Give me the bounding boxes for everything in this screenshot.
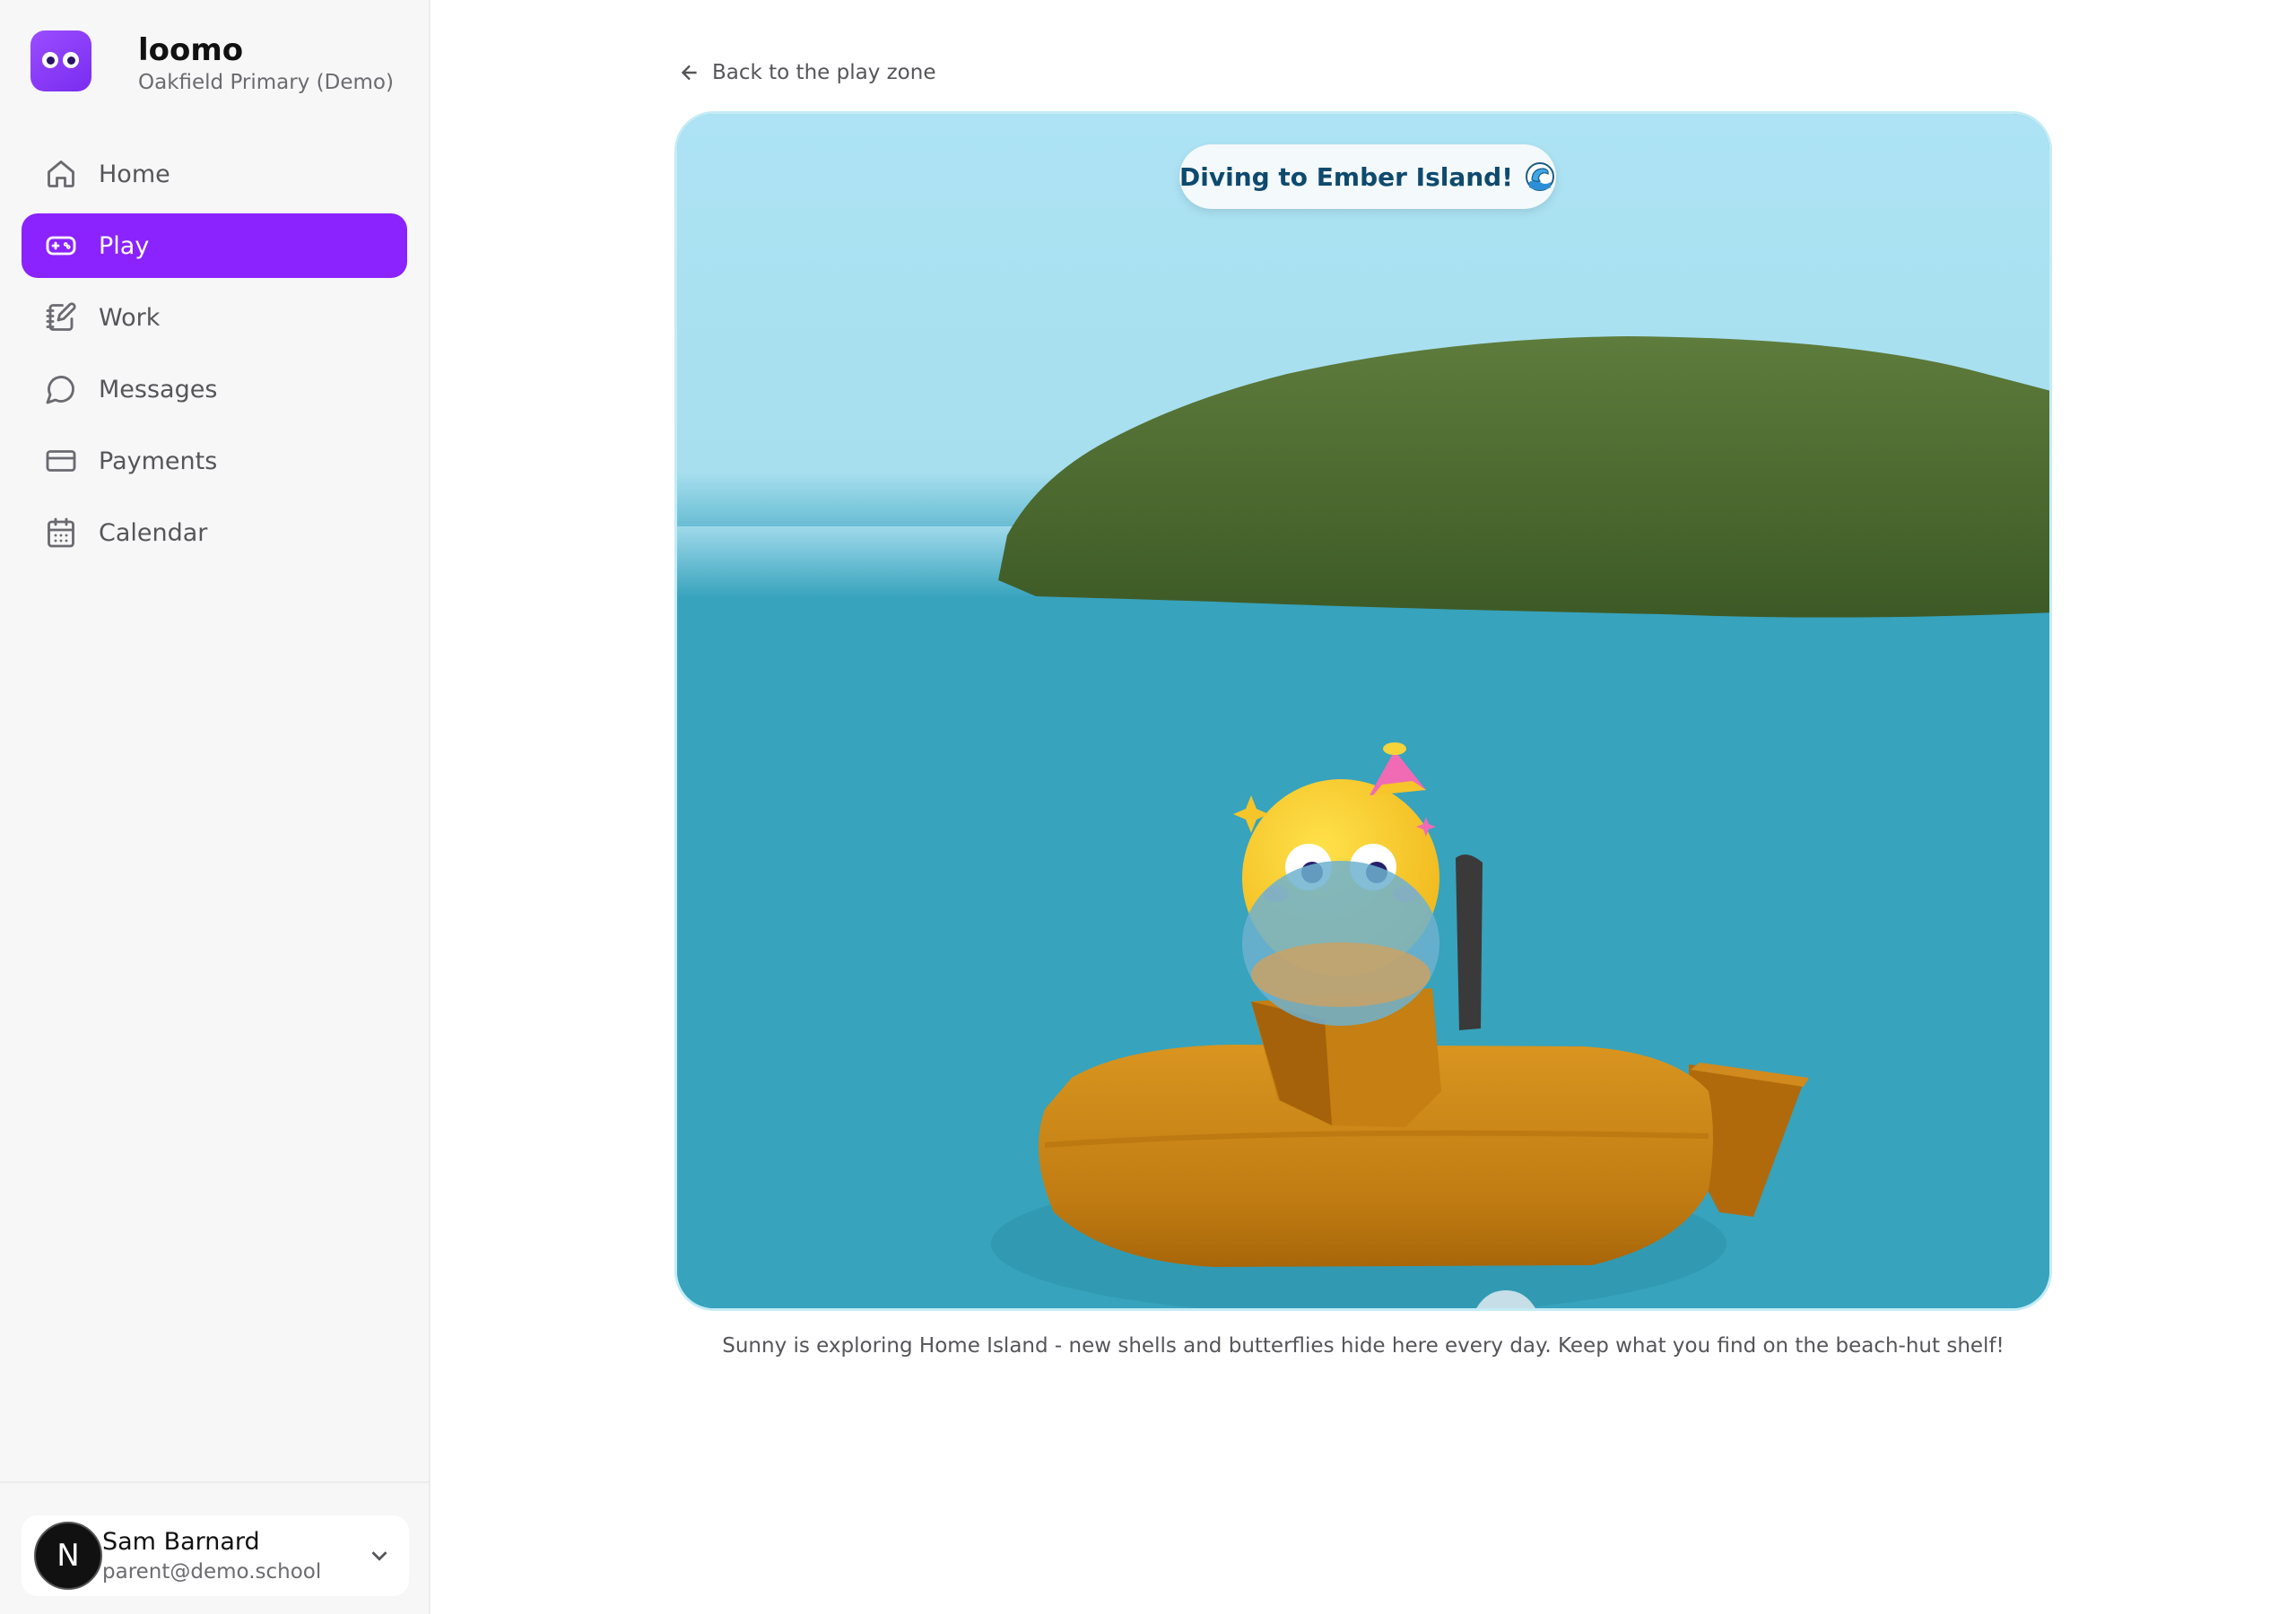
arrow-left-icon [681, 65, 697, 81]
nav-item-payments[interactable]: Payments [22, 429, 407, 493]
avatar: N [34, 1522, 102, 1590]
sidebar: loomo Oakfield Primary (Demo) Home Play … [0, 0, 430, 1614]
nav-item-calendar[interactable]: Calendar [22, 500, 407, 565]
back-link[interactable]: Back to the play zone [678, 61, 936, 84]
nav-label: Calendar [99, 518, 208, 547]
back-label: Back to the play zone [712, 61, 936, 84]
nav-label: Home [99, 160, 170, 188]
loomo-logo-icon [30, 30, 91, 91]
main-nav: Home Play Work Messages Payments Calenda… [22, 142, 407, 572]
scene-canvas [677, 114, 2049, 1308]
brand-text: loomo Oakfield Primary (Demo) [138, 30, 425, 97]
scene-caption: Sunny is exploring Home Island - new she… [722, 1334, 2005, 1358]
nav-item-play[interactable]: Play [22, 213, 407, 278]
nav-item-work[interactable]: Work [22, 285, 407, 350]
gamepad-icon [43, 228, 79, 264]
nav-label: Payments [99, 447, 218, 475]
brand-name: loomo [138, 32, 244, 68]
user-info: Sam Barnard parent@demo.school [102, 1526, 321, 1585]
school-name: Oakfield Primary (Demo) [138, 71, 394, 94]
scene-status-pill: Diving to Ember Island! [1179, 144, 1556, 209]
nav-item-home[interactable]: Home [22, 142, 407, 206]
scene-status: Diving to Ember Island! [1179, 161, 1513, 192]
wave-icon [1526, 162, 1554, 191]
periscope [1456, 855, 1483, 1030]
nav-label: Work [99, 303, 161, 332]
user-name: Sam Barnard [102, 1528, 260, 1556]
nav-item-messages[interactable]: Messages [22, 357, 407, 421]
message-circle-icon [43, 371, 79, 407]
chevron-down-icon[interactable] [366, 1542, 393, 1569]
user-menu[interactable]: N Sam Barnard parent@demo.school [22, 1515, 409, 1596]
credit-card-icon [43, 443, 79, 479]
calendar-icon [43, 515, 79, 551]
nav-label: Play [99, 231, 150, 260]
brand[interactable]: loomo Oakfield Primary (Demo) [30, 30, 394, 94]
nav-label: Messages [99, 375, 218, 404]
notebook-pen-icon [43, 299, 79, 335]
divider [0, 1481, 430, 1483]
home-icon [43, 156, 79, 192]
game-scene[interactable]: Diving to Ember Island! [674, 111, 2052, 1311]
user-email: parent@demo.school [102, 1560, 322, 1584]
